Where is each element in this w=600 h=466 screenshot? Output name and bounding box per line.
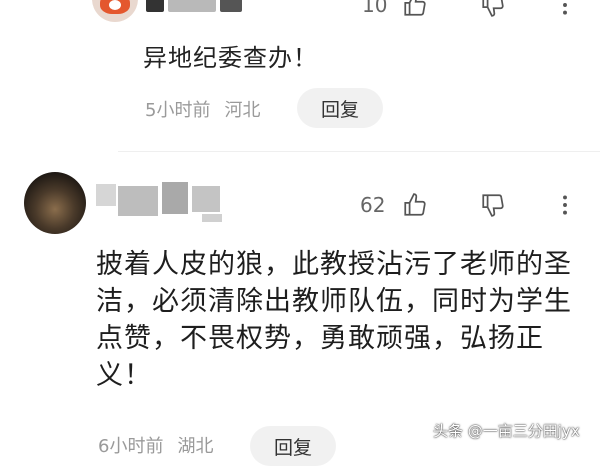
comment-location: 湖北 xyxy=(177,436,214,457)
comment-location: 河北 xyxy=(224,100,261,121)
watermark: 头条 @一亩三分田jyx xyxy=(433,422,580,440)
comment-time: 5小时前 xyxy=(145,100,211,121)
like-count: 10 xyxy=(362,0,388,17)
thumbs-up-icon[interactable] xyxy=(400,190,430,220)
more-vertical-icon[interactable] xyxy=(550,190,580,220)
avatar[interactable] xyxy=(92,0,138,22)
comment-text: 披着人皮的狼，此教授沾污了老师的圣洁，必须清除出教师队伍，同时为学生点赞，不畏权… xyxy=(96,249,572,391)
reply-button[interactable]: 回复 xyxy=(250,426,336,466)
username-blurred[interactable] xyxy=(146,0,266,14)
thumbs-down-icon[interactable] xyxy=(478,0,508,20)
comment-meta: 5小时前 河北 xyxy=(145,96,274,122)
comment-time: 6小时前 xyxy=(98,436,164,457)
more-vertical-icon[interactable] xyxy=(550,0,580,20)
reply-button[interactable]: 回复 xyxy=(297,88,383,128)
avatar[interactable] xyxy=(24,172,86,234)
username-blurred[interactable] xyxy=(96,178,236,222)
divider xyxy=(118,151,600,152)
thumbs-up-icon[interactable] xyxy=(400,0,430,20)
thumbs-down-icon[interactable] xyxy=(478,190,508,220)
comment-text: 异地纪委查办！ xyxy=(143,44,318,72)
comment-meta: 6小时前 湖北 xyxy=(98,432,227,458)
like-count: 62 xyxy=(360,193,386,217)
